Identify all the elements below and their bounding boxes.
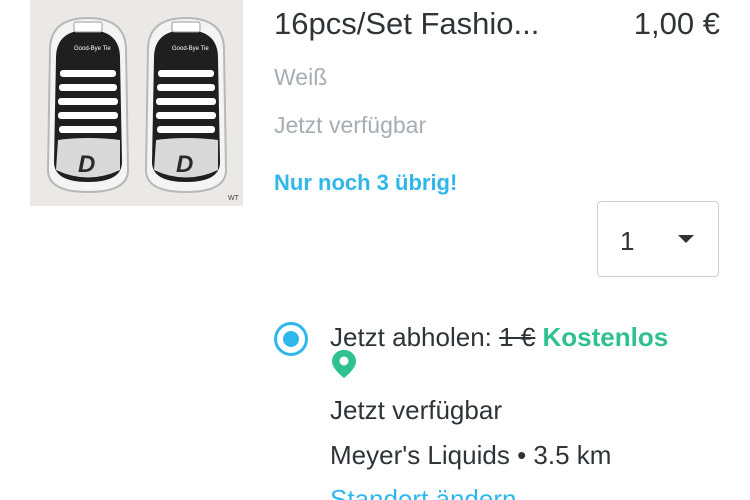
- pickup-availability: Jetzt verfügbar: [330, 395, 502, 425]
- product-price: 1,00 €: [633, 6, 720, 41]
- chevron-down-icon: [678, 235, 694, 243]
- location-pin-icon: [332, 350, 356, 378]
- pickup-free-label: Kostenlos: [542, 322, 669, 352]
- low-stock-note: Nur noch 3 übrig!: [274, 170, 458, 195]
- package-label-right: Good-Bye Tie: [172, 46, 209, 52]
- product-title[interactable]: 16pcs/Set Fashio...: [274, 6, 539, 42]
- store-name: Meyer's Liquids: [330, 440, 510, 470]
- product-availability: Jetzt verfügbar: [274, 112, 427, 138]
- package-label-left: Good-Bye Tie: [74, 46, 111, 52]
- quantity-value: 1: [620, 226, 635, 256]
- pickup-old-price: 1 €: [499, 322, 536, 352]
- cart-item-page: D D Good-Bye Tie Good-Bye Tie WT 16pcs/S…: [0, 0, 750, 500]
- store-distance: 3.5 km: [533, 440, 612, 470]
- svg-text:D: D: [78, 151, 95, 178]
- radio-selected-dot: [283, 331, 299, 347]
- product-variant: Weiß: [274, 64, 328, 90]
- change-location-link[interactable]: Standort ändern: [330, 484, 516, 500]
- store-separator: •: [517, 440, 527, 470]
- pickup-option[interactable]: Jetzt abholen: 1 € Kostenlos: [330, 322, 668, 353]
- product-image[interactable]: D D Good-Bye Tie Good-Bye Tie WT: [30, 0, 243, 206]
- svg-text:D: D: [176, 151, 193, 178]
- pickup-radio[interactable]: [274, 322, 308, 356]
- store-info: Meyer's Liquids • 3.5 km: [330, 440, 611, 471]
- image-corner-mark: WT: [228, 195, 240, 202]
- quantity-select[interactable]: 1: [597, 201, 719, 277]
